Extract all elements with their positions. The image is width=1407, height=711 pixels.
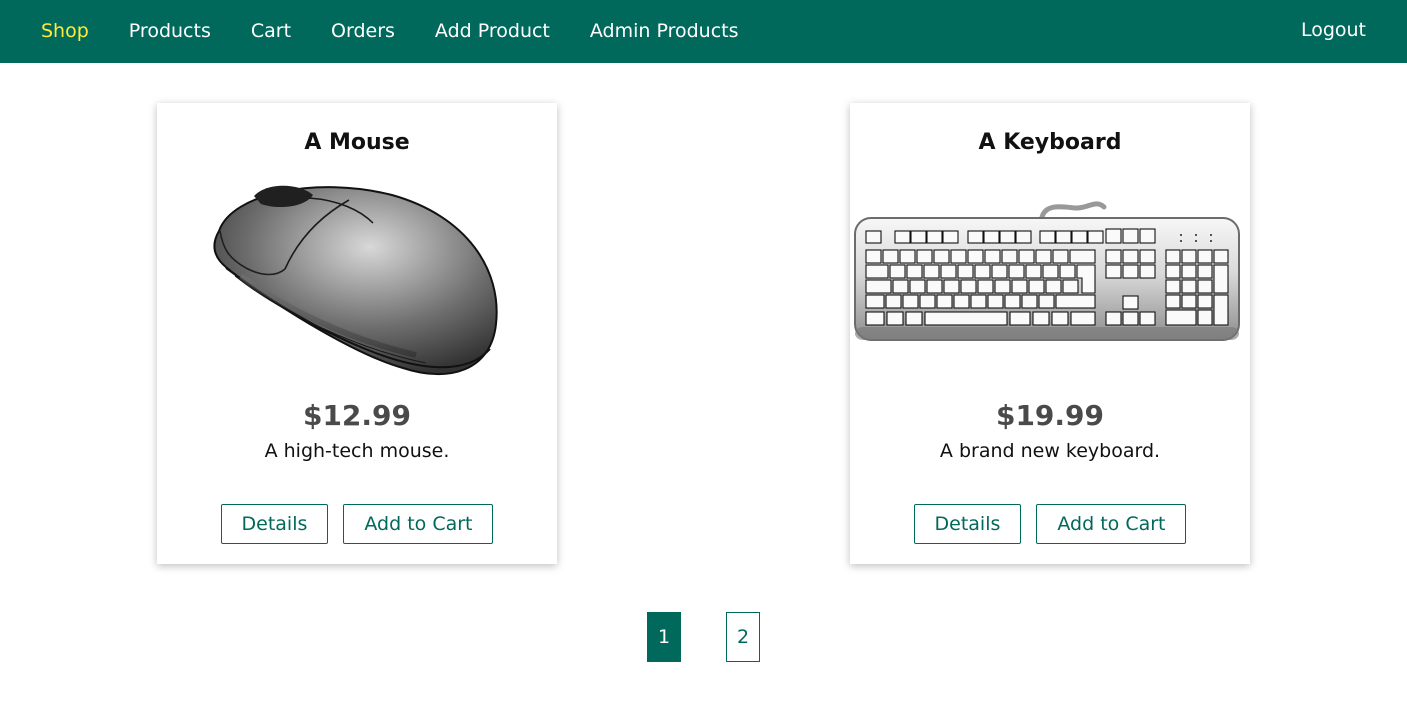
product-price: $12.99 xyxy=(302,399,412,432)
page-link-2[interactable]: 2 xyxy=(726,612,760,662)
product-title: A Mouse xyxy=(304,130,410,155)
add-to-cart-button[interactable]: Add to Cart xyxy=(1036,504,1187,544)
product-description: A high-tech mouse. xyxy=(264,440,450,462)
nav-admin-products[interactable]: Admin Products xyxy=(590,22,739,41)
add-to-cart-button[interactable]: Add to Cart xyxy=(343,504,494,544)
nav-shop[interactable]: Shop xyxy=(41,22,89,41)
product-actions: Details Add to Cart xyxy=(157,504,557,544)
nav-add-product[interactable]: Add Product xyxy=(435,22,550,41)
details-button[interactable]: Details xyxy=(220,504,329,544)
pagination: 1 2 xyxy=(647,612,760,662)
product-title: A Keyboard xyxy=(978,130,1122,155)
page-link-1[interactable]: 1 xyxy=(647,612,681,662)
main-nav: Shop Products Cart Orders Add Product Ad… xyxy=(0,0,779,63)
main-header: Shop Products Cart Orders Add Product Ad… xyxy=(0,0,1407,63)
mouse-image xyxy=(213,185,498,376)
details-button[interactable]: Details xyxy=(913,504,1022,544)
nav-orders[interactable]: Orders xyxy=(331,22,395,41)
nav-products[interactable]: Products xyxy=(129,22,211,41)
product-card: A Keyboard $19.99 A brand new keyboard. … xyxy=(850,103,1250,564)
product-price: $19.99 xyxy=(995,399,1105,432)
logout-button[interactable]: Logout xyxy=(1301,19,1366,41)
product-card: A Mouse $12.99 A high-tech mouse. Detail… xyxy=(157,103,557,564)
keyboard-image xyxy=(854,201,1240,341)
product-description: A brand new keyboard. xyxy=(939,440,1161,462)
nav-cart[interactable]: Cart xyxy=(251,22,291,41)
product-actions: Details Add to Cart xyxy=(850,504,1250,544)
